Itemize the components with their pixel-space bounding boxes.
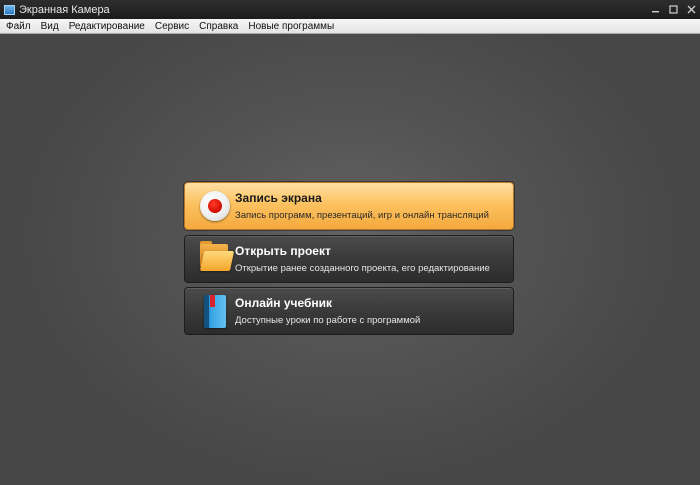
card-title: Онлайн учебник [235, 295, 333, 310]
online-tutorial-button[interactable]: Онлайн учебник Доступные уроки по работе… [184, 287, 514, 335]
menu-view[interactable]: Вид [37, 21, 63, 32]
folder-icon [185, 235, 235, 283]
book-icon [185, 287, 235, 335]
window-title: Экранная Камера [19, 3, 110, 16]
menu-service[interactable]: Сервис [151, 21, 193, 32]
record-icon [185, 182, 235, 230]
minimize-icon[interactable] [646, 0, 664, 19]
menu-new-programs[interactable]: Новые программы [244, 21, 338, 32]
record-screen-button[interactable]: Запись экрана Запись программ, презентац… [184, 182, 514, 230]
title-bar: Экранная Камера [0, 0, 700, 19]
card-subtitle: Открытие ранее созданного проекта, его р… [235, 262, 490, 274]
card-title: Открыть проект [235, 243, 331, 258]
card-subtitle: Доступные уроки по работе с программой [235, 314, 421, 326]
menu-file[interactable]: Файл [2, 21, 35, 32]
start-screen: Запись экрана Запись программ, презентац… [0, 34, 700, 485]
maximize-icon[interactable] [664, 0, 682, 19]
card-title: Запись экрана [235, 190, 322, 205]
app-icon [4, 4, 15, 15]
card-subtitle: Запись программ, презентаций, игр и онла… [235, 209, 489, 221]
menu-help[interactable]: Справка [195, 21, 242, 32]
window-controls [646, 0, 700, 19]
open-project-button[interactable]: Открыть проект Открытие ранее созданного… [184, 235, 514, 283]
menu-edit[interactable]: Редактирование [65, 21, 149, 32]
menu-bar: Файл Вид Редактирование Сервис Справка Н… [0, 19, 700, 34]
close-icon[interactable] [682, 0, 700, 19]
